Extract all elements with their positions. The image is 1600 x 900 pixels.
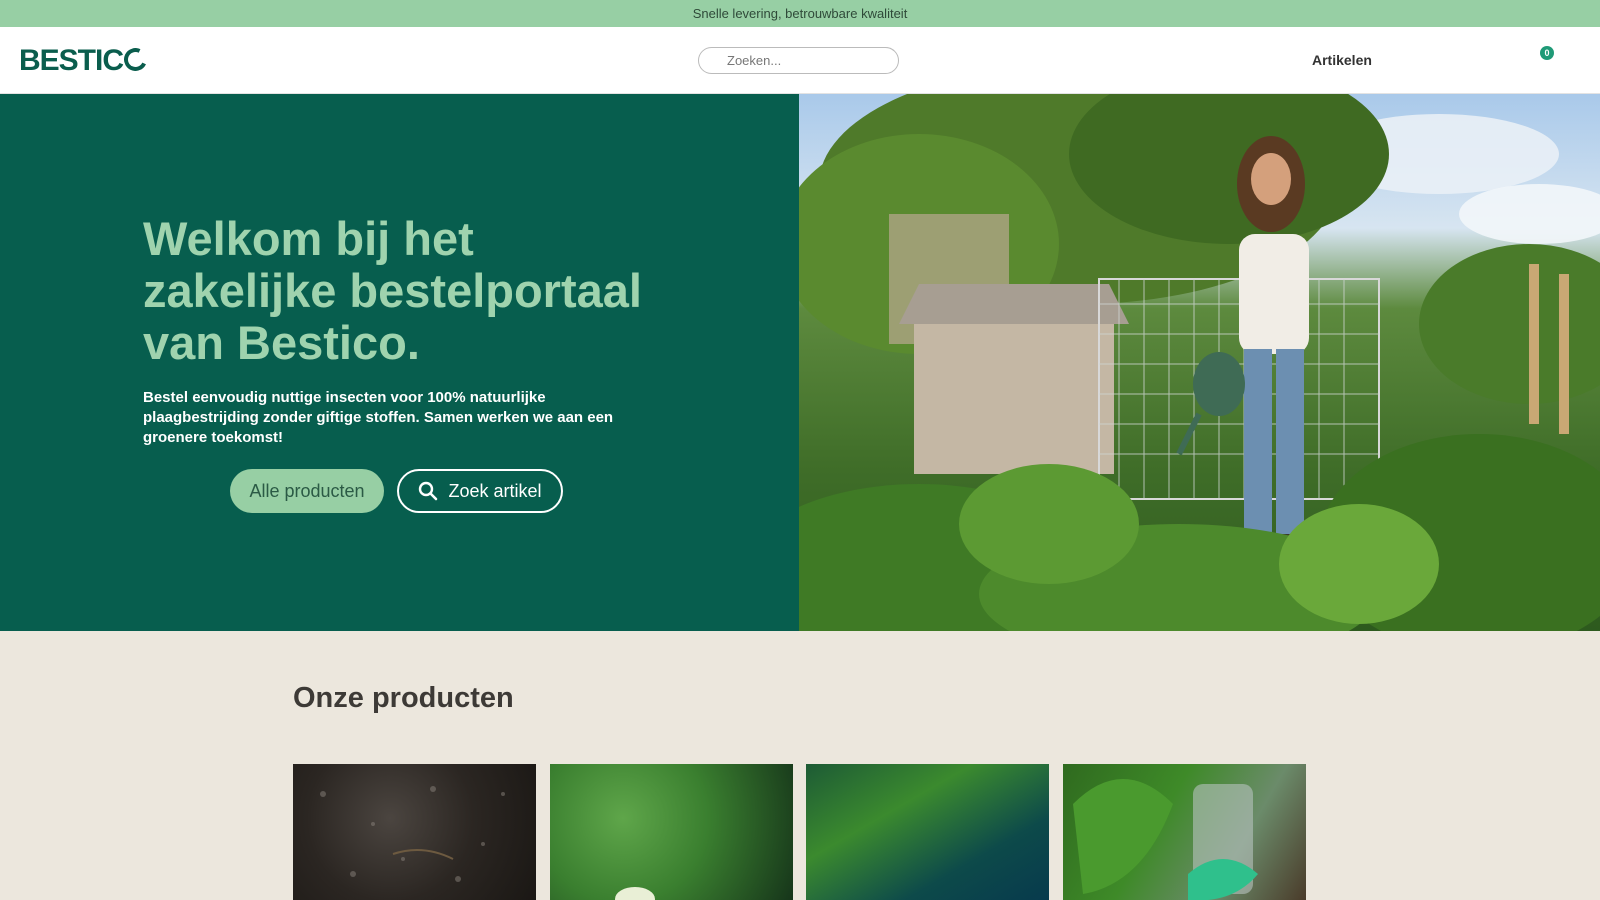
cart-count-badge: 0 <box>1540 46 1554 60</box>
bestico-logo[interactable]: BESTIC <box>19 44 151 78</box>
product-card-image[interactable] <box>550 764 793 900</box>
garden-scene-image <box>799 94 1600 631</box>
hero-title: Welkom bij het zakelijke bestelportaal v… <box>143 213 683 369</box>
hero-garden-photo <box>799 94 1600 631</box>
nav-articles-link[interactable]: Artikelen <box>1312 52 1372 68</box>
hero-description: Bestel eenvoudig nuttige insecten voor 1… <box>143 389 614 446</box>
hero-title-line-2: zakelijke bestelportaal <box>143 264 642 317</box>
logo-o-mark <box>120 44 151 75</box>
hero-title-line-3: van Bestico. <box>143 316 420 369</box>
all-products-button[interactable]: Alle producten <box>230 469 384 513</box>
announcement-bar: Snelle levering, betrouwbare kwaliteit <box>0 0 1600 27</box>
search-icon <box>419 481 438 501</box>
product-card-image[interactable] <box>1063 764 1306 900</box>
product-card-image[interactable] <box>293 764 536 900</box>
products-section-title: Onze producten <box>293 682 514 714</box>
search-input[interactable] <box>698 47 899 74</box>
soil-image <box>320 786 505 882</box>
announcement-text: Snelle levering, betrouwbare kwaliteit <box>692 6 908 21</box>
search-article-label: Zoek artikel <box>448 480 542 501</box>
hero-panel: Welkom bij het zakelijke bestelportaal v… <box>0 94 799 631</box>
plant-with-jar-image <box>1073 779 1258 900</box>
site-header: BESTIC Artikelen 0 <box>0 27 1600 94</box>
hero-title-line-1: Welkom bij het <box>143 212 474 265</box>
logo-text: BESTIC <box>19 44 124 77</box>
product-card-image[interactable] <box>806 764 1049 900</box>
insect-on-leaf-image <box>615 887 655 900</box>
search-article-button[interactable]: Zoek artikel <box>397 469 563 513</box>
